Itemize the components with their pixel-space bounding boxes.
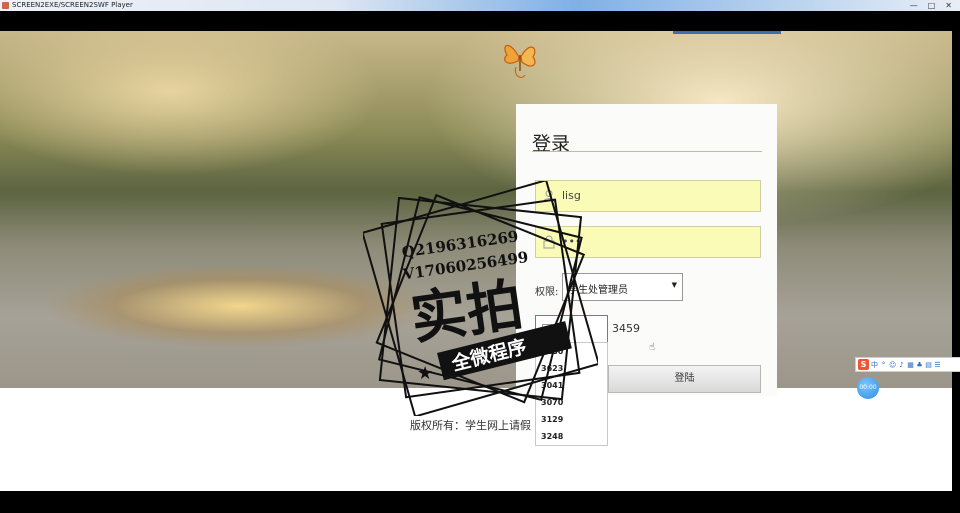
close-button[interactable]: ✕	[945, 0, 952, 11]
emoji-icon[interactable]: ☺	[889, 361, 896, 369]
minimize-button[interactable]: —	[910, 0, 918, 11]
hand-cursor-icon: ☝	[649, 342, 656, 353]
skin-icon[interactable]: ♣	[916, 361, 923, 369]
app-icon	[2, 2, 9, 9]
sogou-logo-icon: S	[858, 359, 869, 370]
ime-toolbar[interactable]: S 中 ° ☺ ♪ ▦ ♣ ▤ ☰	[855, 357, 960, 372]
window-titlebar: SCREEN2EXE/SCREEN2SWF Player — □ ✕	[0, 0, 960, 11]
recording-timer[interactable]: 00:00	[857, 377, 879, 399]
login-button[interactable]: 登陆	[608, 365, 761, 393]
watermark-stamp: Q2196316269 V17060256499 实拍 全微程序 ★ ★	[363, 181, 598, 416]
star-icon: ★	[417, 363, 433, 384]
captcha-code[interactable]: 3459	[612, 322, 640, 335]
list-item[interactable]: 3248	[536, 428, 607, 445]
keyboard-icon[interactable]: ▦	[907, 361, 914, 369]
ime-mode-label[interactable]: 中	[871, 360, 878, 370]
menu-icon[interactable]: ☰	[934, 361, 941, 369]
window-controls: — □ ✕	[910, 0, 952, 11]
chevron-down-icon: ▼	[671, 281, 677, 289]
window-title: SCREEN2EXE/SCREEN2SWF Player	[12, 1, 133, 9]
star-icon: ★	[555, 324, 569, 343]
page-canvas: 登录 lisg ••• 权限: 学生处管理员 ▼ 3 3459 登陆	[0, 31, 952, 491]
mic-icon[interactable]: ♪	[898, 361, 905, 369]
butterfly-icon	[504, 44, 536, 78]
title-divider	[532, 151, 762, 152]
maximize-button[interactable]: □	[928, 0, 936, 11]
toolbox-icon[interactable]: ▤	[925, 361, 932, 369]
punctuation-icon[interactable]: °	[880, 361, 887, 369]
copyright-text: 版权所有：学生网上请假	[410, 419, 531, 432]
top-accent-bar	[673, 31, 781, 34]
